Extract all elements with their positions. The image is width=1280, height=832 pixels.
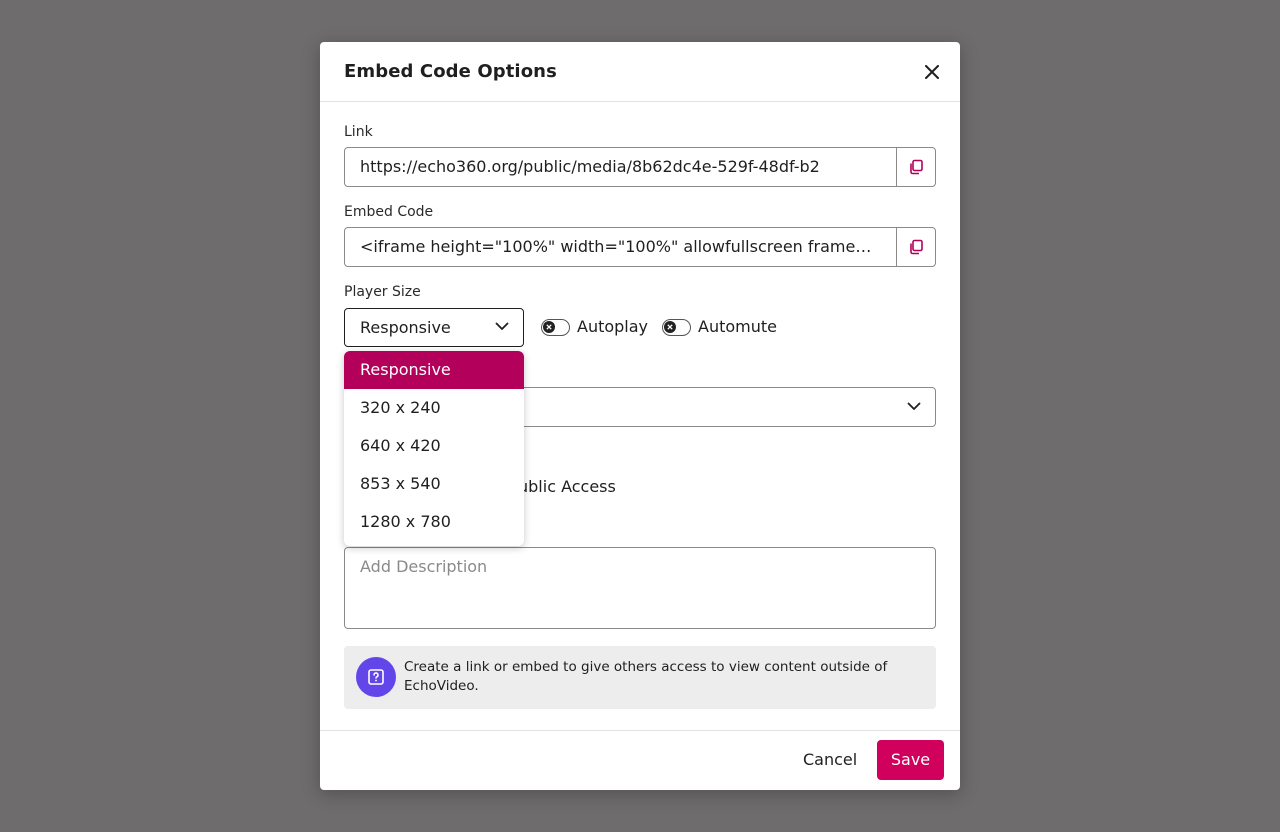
player-size-option[interactable]: 853 x 540 xyxy=(344,465,524,503)
player-size-select[interactable]: Responsive xyxy=(344,308,524,347)
link-field: https://echo360.org/public/media/8b62dc4… xyxy=(344,147,936,187)
automute-toggle[interactable] xyxy=(662,319,691,336)
copy-icon xyxy=(910,239,923,255)
link-input[interactable]: https://echo360.org/public/media/8b62dc4… xyxy=(345,148,896,186)
embed-code-field: <iframe height="100%" width="100%" allow… xyxy=(344,227,936,267)
info-banner: Create a link or embed to give others ac… xyxy=(344,646,936,709)
copy-link-button[interactable] xyxy=(896,148,935,186)
x-icon xyxy=(543,321,555,333)
autoplay-toggle[interactable] xyxy=(541,319,570,336)
player-size-option[interactable]: 1280 x 780 xyxy=(344,503,524,541)
copy-icon xyxy=(910,159,923,175)
dialog-footer: Cancel Save xyxy=(320,730,960,790)
close-button[interactable] xyxy=(922,62,942,82)
player-size-option[interactable]: Responsive xyxy=(344,351,524,389)
player-size-value: Responsive xyxy=(360,318,451,337)
x-icon xyxy=(664,321,676,333)
dialog-header: Embed Code Options xyxy=(320,42,960,102)
player-size-label: Player Size xyxy=(344,284,421,300)
player-size-option[interactable]: 640 x 420 xyxy=(344,427,524,465)
close-icon xyxy=(925,65,939,79)
copy-embed-button[interactable] xyxy=(896,228,935,266)
save-button[interactable]: Save xyxy=(877,740,944,780)
info-text: Create a link or embed to give others ac… xyxy=(404,659,888,694)
automute-label: Automute xyxy=(698,317,777,336)
help-box-icon xyxy=(356,657,396,697)
cancel-button[interactable]: Cancel xyxy=(790,740,870,780)
player-size-option[interactable]: 320 x 240 xyxy=(344,389,524,427)
embed-options-dialog: Embed Code Options Link https://echo360.… xyxy=(320,42,960,790)
chevron-down-icon xyxy=(495,322,509,330)
player-size-dropdown: Responsive 320 x 240 640 x 420 853 x 540… xyxy=(344,351,524,546)
embed-code-label: Embed Code xyxy=(344,204,434,220)
autoplay-label: Autoplay xyxy=(577,317,649,336)
link-label: Link xyxy=(344,124,373,140)
description-input[interactable]: Add Description xyxy=(344,547,936,629)
chevron-down-icon xyxy=(907,402,921,410)
dialog-title: Embed Code Options xyxy=(344,61,557,82)
embed-code-input[interactable]: <iframe height="100%" width="100%" allow… xyxy=(345,228,896,266)
public-access-label: ublic Access xyxy=(518,477,616,496)
